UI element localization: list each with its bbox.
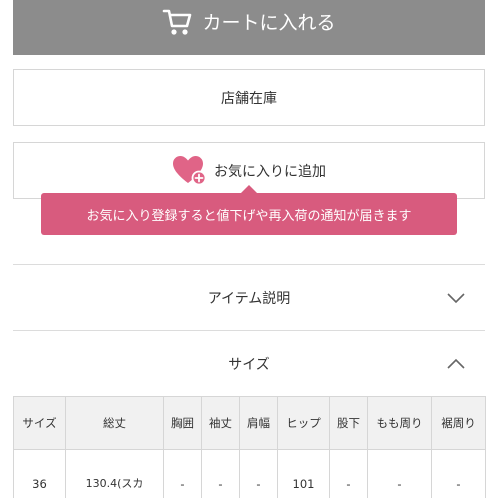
accordion-item-description-label: アイテム説明 — [207, 291, 291, 307]
divider — [13, 330, 485, 331]
add-to-cart-label: カートに入れる — [202, 12, 336, 34]
chevron-down-icon — [447, 289, 465, 307]
size-table-header-row: サイズ 総丈 胸囲 袖丈 肩幅 ヒップ 股下 もも周り 裾周り — [13, 396, 486, 450]
store-stock-button[interactable]: 店舗在庫 — [13, 69, 485, 126]
size-table-header: 股下 — [329, 396, 368, 450]
add-to-favorites-label: お気に入りに追加 — [214, 163, 326, 180]
size-table-header: 胸囲 — [163, 396, 202, 450]
table-cell: - — [239, 449, 278, 498]
table-cell: - — [367, 449, 432, 498]
table-cell-total-length: 130.4(スカ — [65, 449, 164, 498]
table-cell: - — [329, 449, 368, 498]
size-table-header: 裾周り — [431, 396, 486, 450]
favorite-tooltip: お気に入り登録すると値下げや再入荷の通知が届きます — [41, 185, 457, 235]
heart-plus-icon — [172, 155, 208, 187]
cart-icon — [162, 7, 192, 37]
size-table-header: 袖丈 — [201, 396, 240, 450]
table-cell-hip: 101 — [277, 449, 330, 498]
size-table-header: 総丈 — [65, 396, 164, 450]
table-cell: - — [431, 449, 486, 498]
table-row: 36 130.4(スカ - - - 101 - - - — [13, 449, 486, 498]
accordion-size[interactable]: サイズ — [13, 334, 485, 394]
table-cell: - — [163, 449, 202, 498]
size-table: サイズ 総丈 胸囲 袖丈 肩幅 ヒップ 股下 もも周り 裾周り 36 130.4… — [13, 396, 486, 498]
store-stock-label: 店舗在庫 — [221, 90, 277, 107]
accordion-size-label: サイズ — [228, 357, 270, 373]
favorite-tooltip-text: お気に入り登録すると値下げや再入荷の通知が届きます — [86, 208, 412, 224]
table-cell-size: 36 — [13, 449, 66, 498]
size-table-header: 肩幅 — [239, 396, 278, 450]
chevron-up-icon — [447, 355, 465, 373]
size-table-header: サイズ — [13, 396, 66, 450]
size-table-header: もも周り — [367, 396, 432, 450]
accordion-item-description[interactable]: アイテム説明 — [13, 268, 485, 328]
divider — [13, 264, 485, 265]
table-cell: - — [201, 449, 240, 498]
size-table-header: ヒップ — [277, 396, 330, 450]
add-to-cart-button[interactable]: カートに入れる — [13, 0, 485, 55]
